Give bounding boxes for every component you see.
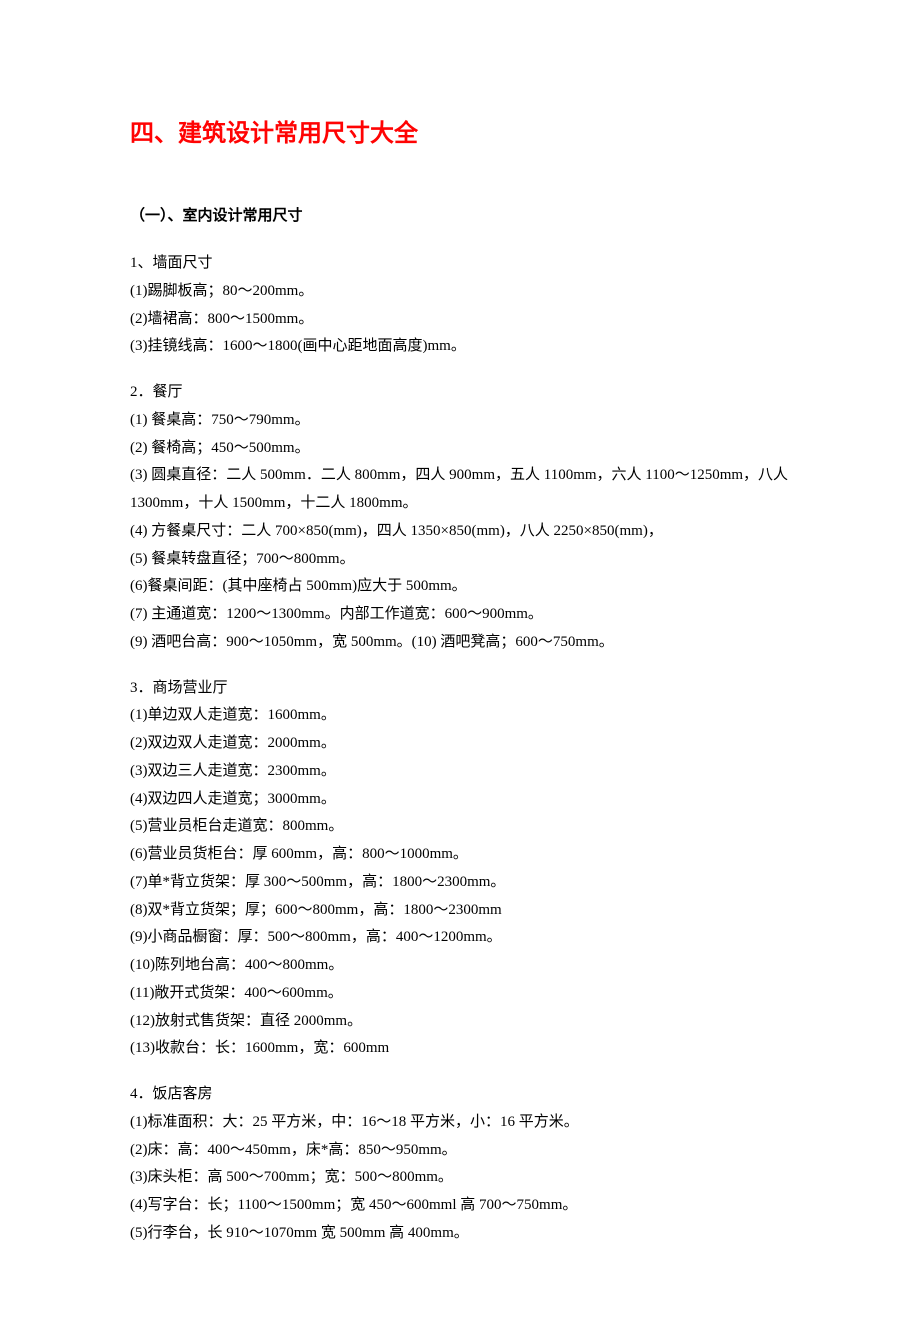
section: 3．商场营业厅(1)单边双人走道宽：1600mm。(2)双边双人走道宽：2000… xyxy=(130,675,790,1064)
list-item: (2)双边双人走道宽：2000mm。 xyxy=(130,730,790,758)
list-item: (5)行李台，长 910～1070mm 宽 500mm 高 400mm。 xyxy=(130,1220,790,1248)
list-item: (5)营业员柜台走道宽：800mm。 xyxy=(130,813,790,841)
section-heading: 3．商场营业厅 xyxy=(130,675,790,703)
list-item: (3)床头柜：高 500～700mm；宽：500～800mm。 xyxy=(130,1164,790,1192)
section: 4．饭店客房(1)标准面积：大：25 平方米，中：16～18 平方米，小：16 … xyxy=(130,1081,790,1248)
list-item: (1) 餐桌高：750～790mm。 xyxy=(130,407,790,435)
list-item: (6)餐桌间距：(其中座椅占 500mm)应大于 500mm。 xyxy=(130,573,790,601)
document-page: 四、建筑设计常用尺寸大全 （一）、室内设计常用尺寸 1、墙面尺寸(1)踢脚板高；… xyxy=(0,0,920,1326)
section-subtitle: （一）、室内设计常用尺寸 xyxy=(130,202,790,230)
list-item: (3)挂镜线高：1600～1800(画中心距地面高度)mm。 xyxy=(130,333,790,361)
list-item: (10)陈列地台高：400～800mm。 xyxy=(130,952,790,980)
content-sections: 1、墙面尺寸(1)踢脚板高；80～200mm。(2)墙裙高：800～1500mm… xyxy=(130,250,790,1248)
list-item: (9)小商品橱窗：厚：500～800mm，高：400～1200mm。 xyxy=(130,924,790,952)
list-item: (4) 方餐桌尺寸：二人 700×850(mm)，四人 1350×850(mm)… xyxy=(130,518,790,546)
section-heading: 4．饭店客房 xyxy=(130,1081,790,1109)
list-item: (8)双*背立货架；厚；600～800mm，高：1800～2300mm xyxy=(130,897,790,925)
list-item: (1)标准面积：大：25 平方米，中：16～18 平方米，小：16 平方米。 xyxy=(130,1109,790,1137)
section: 1、墙面尺寸(1)踢脚板高；80～200mm。(2)墙裙高：800～1500mm… xyxy=(130,250,790,361)
list-item: (4)双边四人走道宽；3000mm。 xyxy=(130,786,790,814)
section-heading: 1、墙面尺寸 xyxy=(130,250,790,278)
list-item: (9) 酒吧台高：900～1050mm，宽 500mm。(10) 酒吧凳高；60… xyxy=(130,629,790,657)
list-item: (7)单*背立货架：厚 300～500mm，高：1800～2300mm。 xyxy=(130,869,790,897)
list-item: (7) 主通道宽：1200～1300mm。内部工作道宽：600～900mm。 xyxy=(130,601,790,629)
list-item: (4)写字台：长；1100～1500mm；宽 450～600mml 高 700～… xyxy=(130,1192,790,1220)
section: 2．餐厅(1) 餐桌高：750～790mm。(2) 餐椅高；450～500mm。… xyxy=(130,379,790,657)
list-item: (3) 圆桌直径：二人 500mm．二人 800mm，四人 900mm，五人 1… xyxy=(130,462,790,518)
list-item: (6)营业员货柜台：厚 600mm，高：800～1000mm。 xyxy=(130,841,790,869)
list-item: (11)敞开式货架：400～600mm。 xyxy=(130,980,790,1008)
list-item: (1)踢脚板高；80～200mm。 xyxy=(130,278,790,306)
list-item: (2)床：高：400～450mm，床*高：850～950mm。 xyxy=(130,1137,790,1165)
list-item: (3)双边三人走道宽：2300mm。 xyxy=(130,758,790,786)
section-heading: 2．餐厅 xyxy=(130,379,790,407)
list-item: (2)墙裙高：800～1500mm。 xyxy=(130,306,790,334)
list-item: (2) 餐椅高；450～500mm。 xyxy=(130,435,790,463)
page-title: 四、建筑设计常用尺寸大全 xyxy=(130,112,790,156)
list-item: (1)单边双人走道宽：1600mm。 xyxy=(130,702,790,730)
list-item: (12)放射式售货架：直径 2000mm。 xyxy=(130,1008,790,1036)
list-item: (5) 餐桌转盘直径；700～800mm。 xyxy=(130,546,790,574)
list-item: (13)收款台：长：1600mm，宽：600mm xyxy=(130,1035,790,1063)
